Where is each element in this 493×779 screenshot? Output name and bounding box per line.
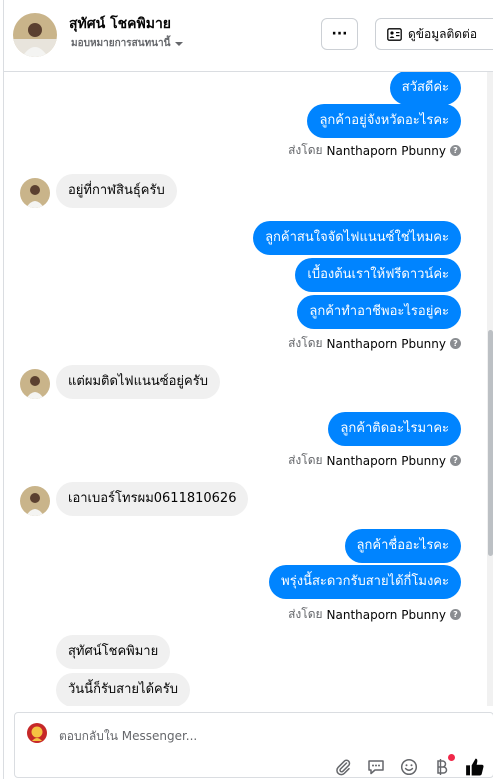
message-bubble[interactable]: วันนี้ก็รับสายได้ครับ <box>56 673 190 706</box>
thread-scrollbar[interactable] <box>487 72 493 706</box>
sent-by-label: ส่งโดย Nanthaporn Pbunny ? <box>288 605 461 624</box>
sender-name: Nanthaporn Pbunny <box>326 143 446 158</box>
view-contact-label: ดูข้อมูลติดต่อ <box>408 26 478 41</box>
sender-name: Nanthaporn Pbunny <box>326 607 446 622</box>
contact-avatar[interactable] <box>13 13 57 57</box>
assign-label: มอบหมายการสนทนานี้ <box>71 38 171 49</box>
message-bubble[interactable]: สุทัศน์โชคพิมาย <box>56 635 171 669</box>
assign-conversation-dropdown[interactable]: มอบหมายการสนทนานี้ <box>71 36 184 51</box>
contact-avatar-small[interactable] <box>20 178 50 208</box>
conversation-panel: สุทัศน์ โชคพิมาย มอบหมายการสนทนานี้ ··· … <box>3 0 493 779</box>
contact-name[interactable]: สุทัศน์ โชคพิมาย <box>69 13 171 35</box>
saved-reply-icon[interactable] <box>366 757 386 777</box>
contact-avatar-small[interactable] <box>20 486 50 516</box>
message-bubble[interactable]: ลูกค้าชื่ออะไรคะ <box>344 529 461 563</box>
help-icon[interactable]: ? <box>450 609 461 620</box>
help-icon[interactable]: ? <box>450 455 461 466</box>
message-bubble[interactable]: ลูกค้าอยู่จังหวัดอะไรคะ <box>307 104 461 138</box>
sent-by-text: ส่งโดย <box>288 607 323 621</box>
more-options-button[interactable]: ··· <box>321 18 358 50</box>
composer-toolbar <box>333 754 485 777</box>
reply-input[interactable]: ตอบกลับใน Messenger... <box>59 727 197 746</box>
sent-by-label: ส่งโดย Nanthaporn Pbunny ? <box>288 334 461 353</box>
contact-avatar-small[interactable] <box>20 369 50 399</box>
notification-dot <box>448 754 455 761</box>
contact-card-icon <box>387 27 402 41</box>
sender-name: Nanthaporn Pbunny <box>326 336 446 351</box>
emoji-icon[interactable] <box>399 757 419 777</box>
sent-by-label: ส่งโดย Nanthaporn Pbunny ? <box>288 141 461 160</box>
conversation-header: สุทัศน์ โชคพิมาย มอบหมายการสนทนานี้ ··· … <box>4 0 493 72</box>
attach-icon[interactable] <box>333 757 353 777</box>
help-icon[interactable]: ? <box>450 338 461 349</box>
sent-by-label: ส่งโดย Nanthaporn Pbunny ? <box>288 451 461 470</box>
scrollbar-thumb[interactable] <box>488 330 493 556</box>
page-avatar <box>25 721 49 745</box>
message-bubble[interactable]: แต่ผมติดไฟแนนซ์อยู่ครับ <box>56 365 220 399</box>
sent-by-text: ส่งโดย <box>288 453 323 467</box>
more-icon: ··· <box>331 26 348 42</box>
message-bubble[interactable]: เบื้องต้นเราให้ฟรีดาวน์ค่ะ <box>295 258 461 292</box>
message-bubble[interactable]: ลูกค้าทำอาชีพอะไรอยู่คะ <box>297 295 461 329</box>
message-thread[interactable]: สวัสดีค่ะ ลูกค้าอยู่จังหวัดอะไรคะ ส่งโดย… <box>4 72 493 706</box>
reply-composer[interactable]: ตอบกลับใน Messenger... <box>14 712 493 778</box>
view-contact-button[interactable]: ดูข้อมูลติดต่อ <box>375 18 493 50</box>
message-bubble[interactable]: สวัสดีค่ะ <box>389 72 461 105</box>
message-bubble[interactable]: ลูกค้าสนใจจัดไฟแนนซ์ใช่ไหมคะ <box>253 221 461 255</box>
sent-by-text: ส่งโดย <box>288 336 323 350</box>
thumbs-up-icon[interactable] <box>465 757 485 777</box>
message-bubble[interactable]: พรุ่งนี้สะดวกรับสายได้กี่โมงคะ <box>269 565 461 599</box>
sent-by-text: ส่งโดย <box>288 143 323 157</box>
caret-down-icon <box>175 41 184 46</box>
message-bubble[interactable]: เอาเบอร์โทรผม0611810626 <box>56 482 249 516</box>
message-bubble[interactable]: ลูกค้าติดอะไรมาคะ <box>328 412 461 446</box>
help-icon[interactable]: ? <box>450 145 461 156</box>
sender-name: Nanthaporn Pbunny <box>326 453 446 468</box>
payment-icon[interactable] <box>432 754 455 777</box>
message-bubble[interactable]: อยู่ที่กาฬสินธุ์ครับ <box>56 174 177 208</box>
